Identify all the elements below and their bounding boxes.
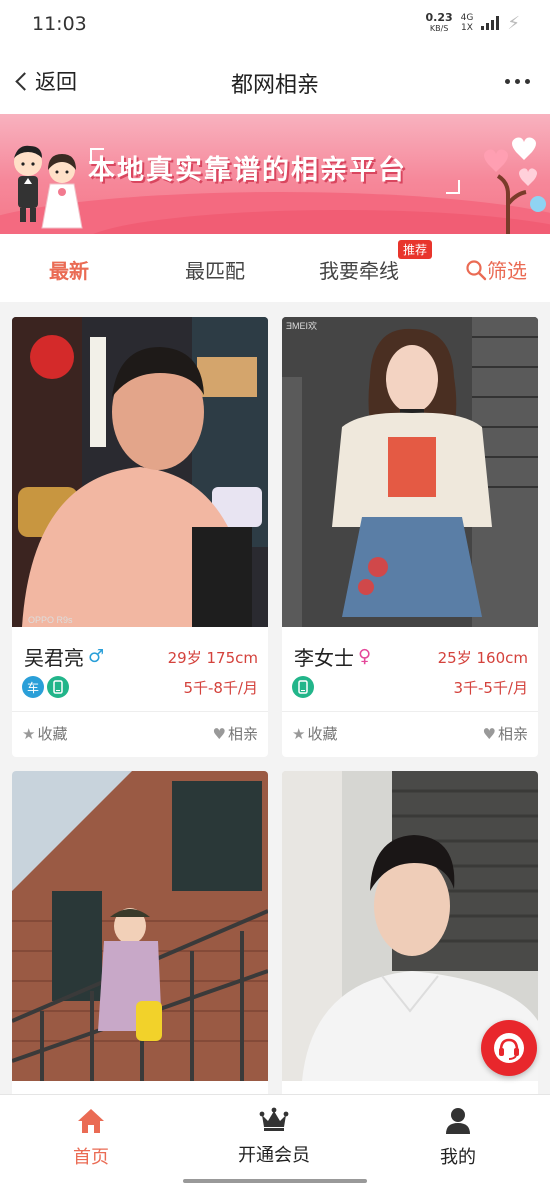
nav-profile-label: 我的 (440, 1147, 476, 1168)
name-row: 李女士 ♀ (294, 642, 371, 671)
profile-photo[interactable]: OPPO R9s (12, 317, 268, 627)
photo-watermark: OPPO R9s (28, 615, 73, 625)
couple-illustration-icon (14, 145, 83, 229)
favorite-button[interactable]: ★ 收藏 (292, 723, 337, 744)
divider (12, 711, 268, 712)
net-speed: 0.23 KB/S (426, 12, 453, 34)
search-icon (466, 259, 487, 280)
star-icon: ★ (292, 724, 306, 743)
signal-label: 4G 1X (461, 13, 474, 33)
profile-name: 李女士 (294, 646, 354, 670)
recommend-badge: 推荐 (398, 240, 433, 259)
salary: 3千-5千/月 (453, 679, 528, 697)
quote-bracket-right (446, 180, 460, 194)
more-dot-icon (515, 79, 520, 84)
date-label: 相亲 (497, 725, 528, 743)
tab-matchmaking[interactable]: 我要牵线 (319, 255, 399, 284)
banner-text: 本地真实靠谱的相亲平台 (88, 155, 407, 186)
favorite-label: 收藏 (37, 725, 68, 743)
age-height: 25岁 160cm (437, 649, 528, 667)
network-type: 4G (460, 13, 474, 23)
tab-latest[interactable]: 最新 (49, 255, 89, 284)
nav-home[interactable]: 首页 (31, 1107, 151, 1169)
nav-home-label: 首页 (73, 1147, 109, 1168)
promo-banner[interactable]: 本地真实靠谱的相亲平台 (0, 114, 550, 234)
profile-name: 吴君亮 (24, 646, 84, 670)
more-dot-icon (525, 79, 530, 84)
divider (282, 711, 538, 712)
phone-verified-icon (292, 676, 314, 698)
salary: 5千-8千/月 (183, 679, 258, 697)
hearts-tree-icon (484, 137, 546, 234)
charging-icon: ⚡ (507, 12, 520, 34)
female-icon: ♀ (358, 646, 372, 667)
heart-icon: ♥ (482, 724, 496, 743)
page-title: 都网相亲 (230, 73, 319, 98)
top-nav: 返回 都网相亲 (0, 48, 550, 114)
more-dot-icon (505, 79, 510, 84)
headset-icon (494, 1033, 524, 1063)
user-icon (446, 1108, 470, 1134)
date-label: 相亲 (227, 725, 258, 743)
sim-label: 1X (461, 23, 473, 33)
profile-photo[interactable] (12, 771, 268, 1081)
favorite-label: 收藏 (307, 725, 338, 743)
profile-card[interactable] (12, 771, 268, 1101)
signal-icon (481, 16, 500, 30)
name-row: 吴君亮 ♂ (24, 642, 104, 671)
net-speed-unit: KB/S (429, 24, 449, 33)
male-icon: ♂ (88, 646, 105, 667)
profile-card[interactable]: OPPO R9s 吴君亮 ♂ 29岁 175cm 车 5千-8千/月 ★ 收藏 … (12, 317, 268, 757)
badge-row: 车 (22, 676, 69, 698)
svg-text:ƎMEI欢: ƎMEI欢 (286, 320, 317, 331)
filter-tabs: 最新 最匹配 我要牵线 推荐 筛选 (0, 234, 550, 302)
crown-icon (259, 1107, 289, 1131)
status-time: 11:03 (32, 13, 87, 35)
heart-icon: ♥ (212, 724, 226, 743)
star-icon: ★ (22, 724, 36, 743)
tab-best-match[interactable]: 最匹配 (185, 255, 245, 284)
date-request-button[interactable]: ♥ 相亲 (213, 723, 258, 744)
more-menu-button[interactable] (505, 79, 530, 84)
home-icon (78, 1109, 104, 1133)
customer-service-button[interactable] (481, 1020, 537, 1076)
bottom-nav: 首页 开通会员 我的 (0, 1094, 550, 1191)
age-height: 29岁 175cm (167, 649, 258, 667)
nav-membership-label: 开通会员 (238, 1145, 310, 1166)
badge-row (292, 676, 314, 698)
filter-label: 筛选 (487, 259, 527, 283)
filter-button[interactable]: 筛选 (465, 255, 527, 284)
profile-card[interactable]: ƎMEI欢 李女士 ♀ 25岁 160cm 3千-5千/月 ★ 收藏 ♥ 相亲 (282, 317, 538, 757)
profile-photo[interactable]: ƎMEI欢 (282, 317, 538, 627)
favorite-button[interactable]: ★ 收藏 (22, 723, 67, 744)
date-request-button[interactable]: ♥ 相亲 (483, 723, 528, 744)
home-indicator (183, 1179, 367, 1183)
nav-profile[interactable]: 我的 (398, 1107, 518, 1169)
car-badge: 车 (22, 676, 44, 698)
status-bar: 11:03 0.23 KB/S 4G 1X ⚡ (0, 0, 550, 48)
phone-verified-icon (47, 676, 69, 698)
nav-membership[interactable]: 开通会员 (214, 1107, 334, 1167)
status-indicators: 0.23 KB/S 4G 1X ⚡ (426, 12, 520, 34)
